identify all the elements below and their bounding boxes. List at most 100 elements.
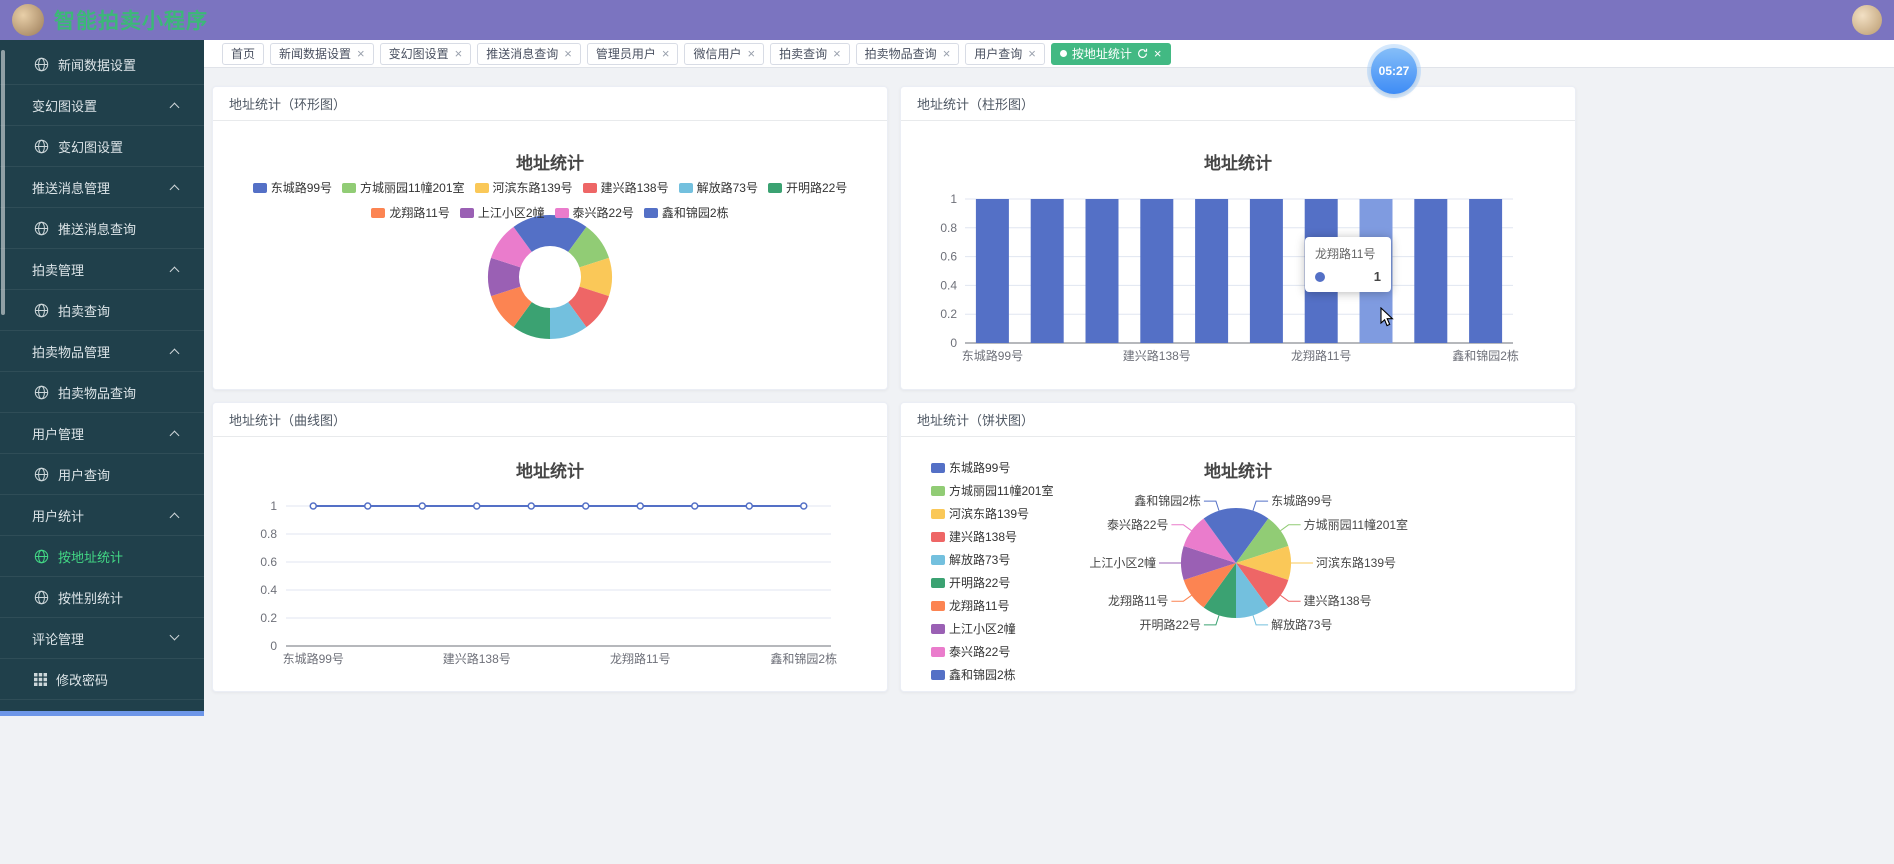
bar-8[interactable] <box>1414 199 1448 343</box>
legend-item[interactable]: 鑫和锦园2栋 <box>643 204 729 221</box>
sidebar-item-7[interactable]: 拍卖物品管理 <box>0 331 204 372</box>
close-icon[interactable]: × <box>455 47 463 60</box>
line-point-1[interactable] <box>364 502 372 510</box>
sidebar-scrollbar-horizontal[interactable] <box>0 711 204 716</box>
close-icon[interactable]: × <box>747 47 755 60</box>
chart-title: 地址统计 <box>516 462 584 481</box>
sidebar-item-10[interactable]: 用户查询 <box>0 454 204 495</box>
legend-item[interactable]: 建兴路138号 <box>931 528 1053 545</box>
bar-4[interactable] <box>1195 199 1229 343</box>
bar-1[interactable] <box>1030 199 1064 343</box>
legend-item[interactable]: 建兴路138号 <box>582 179 669 196</box>
tab-1[interactable]: 新闻数据设置 × <box>270 42 374 65</box>
line-point-7[interactable] <box>691 502 699 510</box>
sidebar-item-2[interactable]: 变幻图设置 <box>0 126 204 167</box>
globe-icon <box>34 221 49 236</box>
tab-0[interactable]: 首页 <box>222 42 265 65</box>
line-point-9[interactable] <box>800 502 808 510</box>
legend-item[interactable]: 河滨东路139号 <box>474 179 573 196</box>
sidebar-item-13[interactable]: 按性别统计 <box>0 577 204 618</box>
sidebar-item-12[interactable]: 按地址统计 <box>0 536 204 577</box>
legend-label: 河滨东路139号 <box>949 507 1030 521</box>
sidebar-item-5[interactable]: 拍卖管理 <box>0 249 204 290</box>
tab-3[interactable]: 推送消息查询 × <box>477 42 581 65</box>
line-point-4[interactable] <box>527 502 535 510</box>
sidebar-item-9[interactable]: 用户管理 <box>0 413 204 454</box>
header: 智能拍卖小程序 <box>0 0 1894 40</box>
legend-item[interactable]: 解放路73号 <box>678 179 758 196</box>
sidebar-item-1[interactable]: 变幻图设置 <box>0 85 204 126</box>
tab-5[interactable]: 微信用户 × <box>684 42 765 65</box>
tab-label: 微信用户 <box>693 47 742 61</box>
legend-item[interactable]: 方城丽园11幢201室 <box>342 179 465 196</box>
bar-5[interactable] <box>1249 199 1283 343</box>
tab-4[interactable]: 管理员用户 × <box>586 42 679 65</box>
timer-badge[interactable]: 05:27 <box>1371 48 1417 94</box>
sidebar-item-11[interactable]: 用户统计 <box>0 495 204 536</box>
legend-swatch-icon <box>931 462 945 473</box>
legend-item[interactable]: 龙翔路11号 <box>931 597 1053 614</box>
legend-item[interactable]: 龙翔路11号 <box>371 204 450 221</box>
legend-item[interactable]: 上江小区2幢 <box>931 620 1053 637</box>
legend-item[interactable]: 泰兴路22号 <box>554 204 634 221</box>
app-logo-avatar[interactable] <box>12 4 44 36</box>
line-point-6[interactable] <box>636 502 644 510</box>
tab-9[interactable]: 按地址统计 × <box>1050 42 1171 65</box>
tab-6[interactable]: 拍卖查询 × <box>770 42 850 65</box>
line-point-2[interactable] <box>418 502 426 510</box>
legend-item[interactable]: 东城路99号 <box>931 459 1053 476</box>
close-icon[interactable]: × <box>357 47 365 60</box>
line-point-5[interactable] <box>582 502 590 510</box>
sidebar-item-15[interactable]: 修改密码 <box>0 659 204 700</box>
close-icon[interactable]: × <box>564 47 572 60</box>
tab-label: 拍卖物品查询 <box>864 47 937 61</box>
line-point-0[interactable] <box>309 502 317 510</box>
user-avatar[interactable] <box>1852 5 1882 35</box>
tab-2[interactable]: 变幻图设置 × <box>379 42 472 65</box>
close-icon[interactable]: × <box>1154 47 1162 60</box>
tab-label: 管理员用户 <box>595 47 656 61</box>
line-point-3[interactable] <box>473 502 481 510</box>
sidebar-item-14[interactable]: 评论管理 <box>0 618 204 659</box>
tab-8[interactable]: 用户查询 × <box>965 42 1045 65</box>
bar-9[interactable] <box>1469 199 1503 343</box>
sidebar-item-label: 按性别统计 <box>58 590 124 606</box>
legend-item[interactable]: 开明路22号 <box>931 574 1053 591</box>
label-line <box>1171 594 1192 602</box>
donut-legend: 东城路99号 方城丽园11幢201室 河滨东路139号 建兴路138号 解放路73号 开明… <box>213 179 887 229</box>
sidebar-item-6[interactable]: 拍卖查询 <box>0 290 204 331</box>
close-icon[interactable]: × <box>943 47 951 60</box>
bar-0[interactable] <box>975 199 1009 343</box>
refresh-icon[interactable] <box>1137 48 1148 59</box>
legend-label: 开明路22号 <box>949 576 1011 590</box>
bar-3[interactable] <box>1140 199 1174 343</box>
legend-label: 龙翔路11号 <box>389 206 450 220</box>
close-icon[interactable]: × <box>1028 47 1036 60</box>
line-point-8[interactable] <box>745 502 753 510</box>
chevron-up-icon <box>169 266 180 277</box>
globe-icon <box>34 549 49 564</box>
legend-item[interactable]: 上江小区2幢 <box>459 204 545 221</box>
legend-item[interactable]: 开明路22号 <box>767 179 847 196</box>
legend-item[interactable]: 河滨东路139号 <box>931 505 1053 522</box>
sidebar-item-3[interactable]: 推送消息管理 <box>0 167 204 208</box>
close-icon[interactable]: × <box>833 47 841 60</box>
sidebar-item-4[interactable]: 推送消息查询 <box>0 208 204 249</box>
chevron-up-icon <box>169 184 180 195</box>
close-icon[interactable]: × <box>662 47 670 60</box>
legend-item[interactable]: 鑫和锦园2栋 <box>931 666 1053 683</box>
legend-item[interactable]: 东城路99号 <box>252 179 332 196</box>
axis-label: 龙翔路11号 <box>610 651 670 666</box>
sidebar-item-0[interactable]: 新闻数据设置 <box>0 44 204 85</box>
axis-label: 1 <box>270 499 277 513</box>
legend-item[interactable]: 泰兴路22号 <box>931 643 1053 660</box>
tab-7[interactable]: 拍卖物品查询 × <box>855 42 960 65</box>
globe-icon <box>34 139 49 154</box>
sidebar-scrollbar[interactable] <box>1 50 5 315</box>
bar-2[interactable] <box>1085 199 1119 343</box>
legend-item[interactable]: 方城丽园11幢201室 <box>931 482 1053 499</box>
legend-item[interactable]: 解放路73号 <box>931 551 1053 568</box>
sidebar-item-8[interactable]: 拍卖物品查询 <box>0 372 204 413</box>
tab-label: 首页 <box>231 47 256 61</box>
chevron-up-icon <box>169 512 180 523</box>
